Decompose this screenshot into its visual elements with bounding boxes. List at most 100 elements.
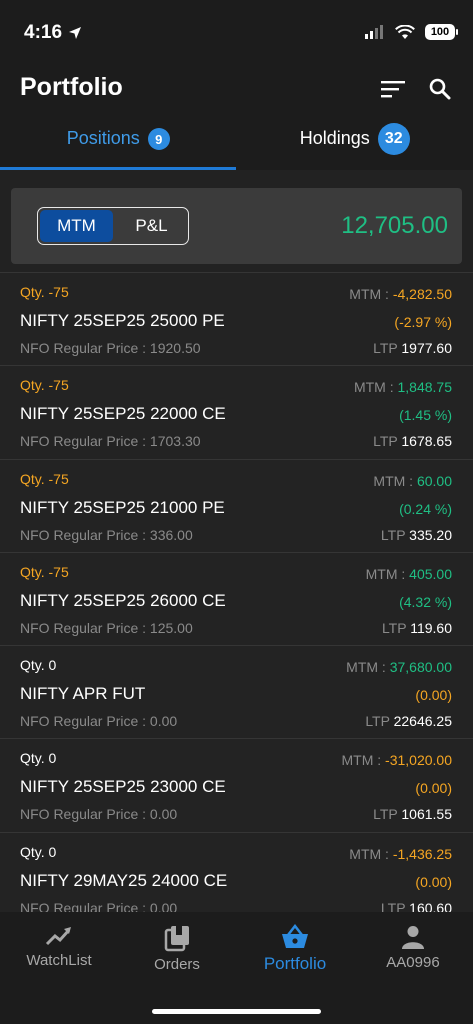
app-header: Portfolio Positions 9 Holdings 32 (0, 60, 473, 170)
position-mtm: MTM : 405.00 (366, 566, 452, 582)
ltp-value: 22646.25 (393, 713, 452, 730)
positions-count-badge: 9 (147, 128, 170, 150)
ltp-label: LTP (380, 526, 410, 543)
position-meta: NFO Regular Price : 0.00 (20, 806, 178, 823)
home-indicator (152, 1009, 321, 1014)
mtm-value: 1,848.75 (397, 379, 453, 396)
position-symbol: NIFTY 25SEP25 21000 PE (20, 497, 225, 517)
position-qty: Qty. -75 (20, 563, 69, 580)
wifi-icon (395, 24, 415, 39)
position-ltp: LTP 22646.25 (365, 713, 452, 729)
location-arrow-icon (69, 27, 82, 39)
position-meta: NFO Regular Price : 0.00 (20, 899, 178, 912)
battery-level: 100 (430, 26, 450, 38)
position-qty: Qty. -75 (20, 470, 69, 487)
status-time: 4:16 (24, 22, 82, 44)
page-title: Portfolio (20, 73, 123, 101)
nav-orders[interactable]: Orders (118, 924, 236, 973)
total-mtm-value: 12,705.00 (341, 212, 448, 239)
position-symbol: NIFTY 25SEP25 25000 PE (20, 311, 225, 330)
orders-icon (164, 926, 189, 952)
mtm-label: MTM : (373, 472, 417, 489)
trend-icon (45, 927, 71, 946)
position-meta: NFO Regular Price : 1920.50 (20, 340, 201, 356)
tab-holdings-label: Holdings (299, 128, 370, 148)
sort-icon[interactable] (378, 74, 408, 104)
active-tab-indicator (0, 167, 236, 170)
position-row[interactable]: Qty. -75 NIFTY 25SEP25 21000 PE NFO Regu… (0, 458, 473, 552)
position-row[interactable]: Qty. -75 NIFTY 25SEP25 22000 CE NFO Regu… (0, 365, 473, 459)
mtm-toggle-button[interactable]: MTM (40, 210, 113, 242)
position-symbol: NIFTY 25SEP25 22000 CE (20, 404, 226, 424)
position-pct: (0.00) (415, 780, 452, 797)
mtm-value: 60.00 (416, 472, 452, 489)
portfolio-tabs: Positions 9 Holdings 32 (0, 123, 473, 170)
ltp-value: 1061.55 (401, 806, 452, 823)
ltp-label: LTP (373, 806, 402, 823)
position-ltp: LTP 335.20 (381, 527, 452, 543)
mtm-label: MTM : (346, 659, 390, 676)
summary-card: MTM P&L 12,705.00 (11, 188, 462, 264)
mtm-value: -1,436.25 (392, 845, 452, 862)
nav-watchlist[interactable]: WatchList (0, 924, 118, 969)
position-qty: Qty. 0 (20, 843, 57, 860)
nav-portfolio[interactable]: Portfolio (236, 924, 354, 974)
mtm-value: -31,020.00 (385, 752, 452, 769)
pnl-toggle-button[interactable]: P&L (115, 208, 188, 244)
position-row[interactable]: Qty. -75 NIFTY 25SEP25 25000 PE NFO Regu… (0, 272, 473, 366)
nav-account-label: AA0996 (386, 954, 440, 971)
ltp-value: 1977.60 (401, 340, 452, 356)
tab-holdings[interactable]: Holdings 32 (237, 123, 473, 170)
position-ltp: LTP 1678.65 (373, 433, 452, 449)
position-row[interactable]: Qty. 0 NIFTY 29MAY25 24000 CE NFO Regula… (0, 831, 473, 912)
nav-account[interactable]: AA0996 (354, 924, 472, 971)
ltp-label: LTP (373, 433, 402, 450)
position-row[interactable]: Qty. 0 NIFTY 25SEP25 23000 CE NFO Regula… (0, 738, 473, 832)
mtm-label: MTM : (365, 565, 410, 582)
holdings-count-badge: 32 (377, 123, 410, 155)
position-meta: NFO Regular Price : 1703.30 (20, 433, 201, 450)
tab-positions-label: Positions (66, 128, 140, 148)
position-qty: Qty. -75 (20, 284, 69, 300)
position-qty: Qty. 0 (20, 657, 57, 674)
ltp-value: 119.60 (410, 619, 452, 636)
position-meta: NFO Regular Price : 0.00 (20, 713, 178, 730)
position-meta: NFO Regular Price : 336.00 (20, 526, 193, 543)
status-icons: 100 (365, 24, 458, 40)
ltp-value: 160.60 (409, 899, 452, 912)
position-pct: (0.24 %) (399, 500, 452, 517)
nav-orders-label: Orders (154, 956, 200, 973)
position-symbol: NIFTY 25SEP25 23000 CE (20, 777, 226, 797)
ltp-value: 335.20 (409, 526, 452, 543)
position-symbol: NIFTY 29MAY25 24000 CE (20, 870, 228, 890)
battery-icon: 100 (425, 24, 458, 40)
position-mtm: MTM : -4,282.50 (349, 286, 452, 302)
position-ltp: LTP 1061.55 (373, 806, 452, 822)
mtm-label: MTM : (349, 286, 393, 302)
mtm-label: MTM : (353, 379, 398, 396)
search-icon[interactable] (425, 74, 455, 104)
ltp-label: LTP (365, 713, 394, 730)
position-row[interactable]: Qty. 0 NIFTY APR FUT NFO Regular Price :… (0, 645, 473, 739)
position-symbol: NIFTY 25SEP25 26000 CE (20, 590, 226, 610)
ltp-label: LTP (373, 340, 402, 356)
tab-positions[interactable]: Positions 9 (0, 124, 237, 170)
position-ltp: LTP 160.60 (381, 900, 452, 912)
signal-icon (365, 25, 383, 39)
mtm-value: 405.00 (409, 565, 452, 582)
position-symbol: NIFTY APR FUT (20, 684, 146, 704)
account-icon (402, 926, 424, 949)
mtm-pnl-toggle: MTM P&L (37, 207, 189, 245)
mtm-value: 37,680.00 (389, 659, 452, 676)
mtm-value: -4,282.50 (392, 286, 452, 302)
position-row[interactable]: Qty. -75 NIFTY 25SEP25 26000 CE NFO Regu… (0, 551, 473, 646)
position-pct: (-2.97 %) (394, 314, 452, 330)
position-meta: NFO Regular Price : 125.00 (20, 619, 193, 636)
positions-list[interactable]: Qty. -75 NIFTY 25SEP25 25000 PE NFO Regu… (0, 272, 473, 912)
mtm-label: MTM : (341, 752, 386, 769)
position-qty: Qty. 0 (20, 750, 57, 767)
status-bar: 4:16 100 (0, 0, 473, 60)
position-pct: (4.32 %) (399, 593, 452, 610)
position-qty: Qty. -75 (20, 377, 69, 394)
position-pct: (0.00) (415, 873, 452, 890)
